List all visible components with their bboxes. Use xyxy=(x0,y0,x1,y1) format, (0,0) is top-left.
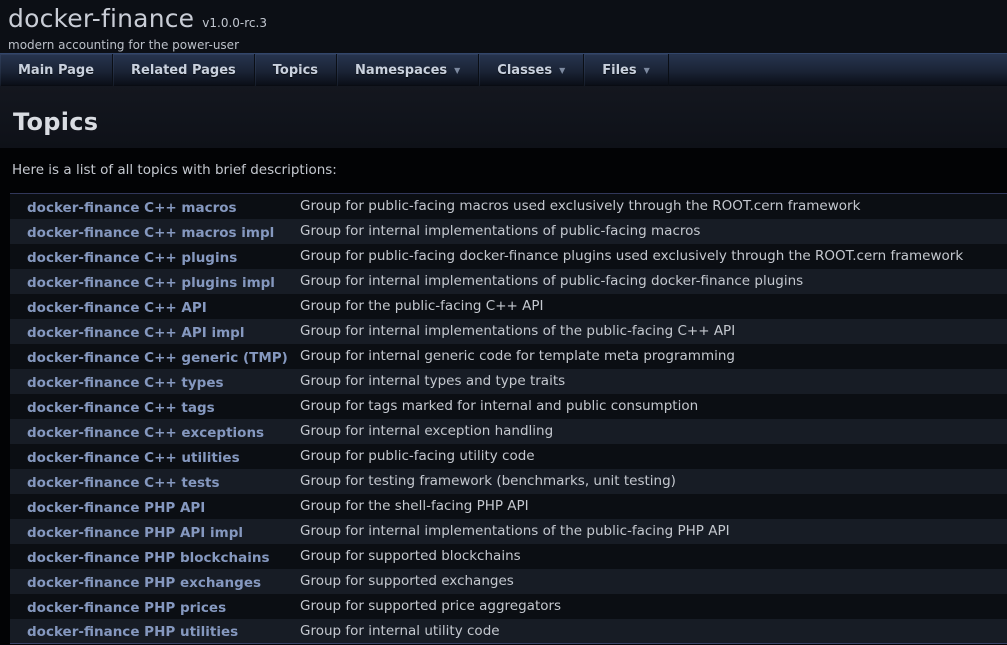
nav-tab[interactable]: Files ▼ xyxy=(584,54,669,86)
topic-description: Group for the shell-facing PHP API xyxy=(300,494,1007,519)
topic-link[interactable]: docker-finance C++ generic (TMP) xyxy=(27,350,288,366)
topic-entry-cell: docker-finance C++ tests xyxy=(10,469,300,494)
table-row: docker-finance C++ utilities Group for p… xyxy=(10,444,1007,469)
topic-description: Group for internal implementations of pu… xyxy=(300,269,1007,294)
table-row: docker-finance PHP API impl Group for in… xyxy=(10,519,1007,544)
page-title: Topics xyxy=(13,108,994,136)
topic-entry-cell: docker-finance PHP API impl xyxy=(10,519,300,544)
nav-tab[interactable]: Classes ▼ xyxy=(479,54,584,86)
topic-description: Group for supported price aggregators xyxy=(300,594,1007,619)
topic-entry-cell: docker-finance PHP exchanges xyxy=(10,569,300,594)
topic-description: Group for tags marked for internal and p… xyxy=(300,394,1007,419)
chevron-down-icon: ▼ xyxy=(559,67,565,75)
nav-tab-label: Classes xyxy=(497,63,552,78)
table-row: docker-finance C++ tests Group for testi… xyxy=(10,469,1007,494)
topic-description: Group for public-facing macros used excl… xyxy=(300,194,1007,219)
topic-link[interactable]: docker-finance PHP prices xyxy=(27,600,226,616)
topic-link[interactable]: docker-finance C++ tags xyxy=(27,400,215,416)
topic-description: Group for supported blockchains xyxy=(300,544,1007,569)
table-row: docker-finance C++ plugins Group for pub… xyxy=(10,244,1007,269)
page-header: Topics xyxy=(0,86,1007,148)
topic-description: Group for internal implementations of th… xyxy=(300,519,1007,544)
topic-link[interactable]: docker-finance C++ utilities xyxy=(27,450,240,466)
topic-link[interactable]: docker-finance C++ plugins xyxy=(27,250,237,266)
table-row: docker-finance PHP API Group for the she… xyxy=(10,494,1007,519)
table-row: docker-finance C++ tags Group for tags m… xyxy=(10,394,1007,419)
topic-link[interactable]: docker-finance C++ tests xyxy=(27,475,220,491)
table-row: docker-finance C++ API Group for the pub… xyxy=(10,294,1007,319)
table-row: docker-finance C++ generic (TMP) Group f… xyxy=(10,344,1007,369)
topic-entry-cell: docker-finance PHP utilities xyxy=(10,619,300,644)
topic-entry-cell: docker-finance PHP prices xyxy=(10,594,300,619)
topic-entry-cell: docker-finance C++ utilities xyxy=(10,444,300,469)
intro-text: Here is a list of all topics with brief … xyxy=(12,162,1007,178)
nav-tab-label: Main Page xyxy=(18,63,94,78)
topic-description: Group for internal exception handling xyxy=(300,419,1007,444)
contents: Here is a list of all topics with brief … xyxy=(0,162,1007,644)
topic-link[interactable]: docker-finance PHP exchanges xyxy=(27,575,261,591)
topic-entry-cell: docker-finance PHP blockchains xyxy=(10,544,300,569)
project-version: v1.0.0-rc.3 xyxy=(202,16,267,30)
topic-description: Group for internal implementations of th… xyxy=(300,319,1007,344)
topic-link[interactable]: docker-finance C++ API impl xyxy=(27,325,244,341)
table-row: docker-finance C++ plugins impl Group fo… xyxy=(10,269,1007,294)
title-area: docker-finance v1.0.0-rc.3 modern accoun… xyxy=(0,0,1007,53)
topic-entry-cell: docker-finance C++ plugins impl xyxy=(10,269,300,294)
topic-entry-cell: docker-finance C++ API xyxy=(10,294,300,319)
topic-link[interactable]: docker-finance C++ exceptions xyxy=(27,425,264,441)
topic-link[interactable]: docker-finance PHP blockchains xyxy=(27,550,270,566)
table-row: docker-finance PHP prices Group for supp… xyxy=(10,594,1007,619)
table-row: docker-finance PHP exchanges Group for s… xyxy=(10,569,1007,594)
table-row: docker-finance C++ macros Group for publ… xyxy=(10,194,1007,219)
table-row: docker-finance PHP utilities Group for i… xyxy=(10,619,1007,644)
table-row: docker-finance C++ types Group for inter… xyxy=(10,369,1007,394)
topic-entry-cell: docker-finance C++ macros xyxy=(10,194,300,219)
topic-description: Group for internal utility code xyxy=(300,619,1007,644)
topic-link[interactable]: docker-finance C++ API xyxy=(27,300,207,316)
topic-description: Group for supported exchanges xyxy=(300,569,1007,594)
chevron-down-icon: ▼ xyxy=(454,67,460,75)
nav-tab[interactable]: Namespaces ▼ xyxy=(337,54,479,86)
main-nav: Main Page ▼ Related Pages ▼ Topics ▼ Nam… xyxy=(0,53,1007,86)
topic-entry-cell: docker-finance C++ API impl xyxy=(10,319,300,344)
topic-link[interactable]: docker-finance C++ macros xyxy=(27,200,237,216)
nav-tab-label: Files xyxy=(602,63,636,78)
topic-description: Group for internal types and type traits xyxy=(300,369,1007,394)
table-row: docker-finance C++ API impl Group for in… xyxy=(10,319,1007,344)
topic-link[interactable]: docker-finance PHP API xyxy=(27,500,205,516)
topic-description: Group for internal generic code for temp… xyxy=(300,344,1007,369)
topics-table: docker-finance C++ macros Group for publ… xyxy=(10,193,1007,644)
topic-link[interactable]: docker-finance C++ types xyxy=(27,375,224,391)
topic-description: Group for testing framework (benchmarks,… xyxy=(300,469,1007,494)
nav-tab[interactable]: Related Pages ▼ xyxy=(113,54,255,86)
topic-entry-cell: docker-finance C++ plugins xyxy=(10,244,300,269)
nav-tab-label: Related Pages xyxy=(131,63,236,78)
topic-entry-cell: docker-finance C++ exceptions xyxy=(10,419,300,444)
topic-description: Group for internal implementations of pu… xyxy=(300,219,1007,244)
topic-entry-cell: docker-finance C++ tags xyxy=(10,394,300,419)
topic-entry-cell: docker-finance C++ macros impl xyxy=(10,219,300,244)
nav-tab-label: Namespaces xyxy=(355,63,447,78)
topic-link[interactable]: docker-finance PHP utilities xyxy=(27,624,238,640)
table-row: docker-finance C++ macros impl Group for… xyxy=(10,219,1007,244)
nav-tab-label: Topics xyxy=(273,63,318,78)
chevron-down-icon: ▼ xyxy=(644,67,650,75)
topic-link[interactable]: docker-finance PHP API impl xyxy=(27,525,243,541)
topic-link[interactable]: docker-finance C++ plugins impl xyxy=(27,275,275,291)
table-row: docker-finance PHP blockchains Group for… xyxy=(10,544,1007,569)
topic-link[interactable]: docker-finance C++ macros impl xyxy=(27,225,274,241)
project-name: docker-finance xyxy=(8,4,194,33)
topic-description: Group for the public-facing C++ API xyxy=(300,294,1007,319)
topic-description: Group for public-facing utility code xyxy=(300,444,1007,469)
table-row: docker-finance C++ exceptions Group for … xyxy=(10,419,1007,444)
topic-entry-cell: docker-finance C++ generic (TMP) xyxy=(10,344,300,369)
nav-tab[interactable]: Topics ▼ xyxy=(255,54,337,86)
topic-entry-cell: docker-finance PHP API xyxy=(10,494,300,519)
topic-description: Group for public-facing docker-finance p… xyxy=(300,244,1007,269)
nav-tab[interactable]: Main Page ▼ xyxy=(0,54,113,86)
project-brief: modern accounting for the power-user xyxy=(8,38,999,52)
topic-entry-cell: docker-finance C++ types xyxy=(10,369,300,394)
